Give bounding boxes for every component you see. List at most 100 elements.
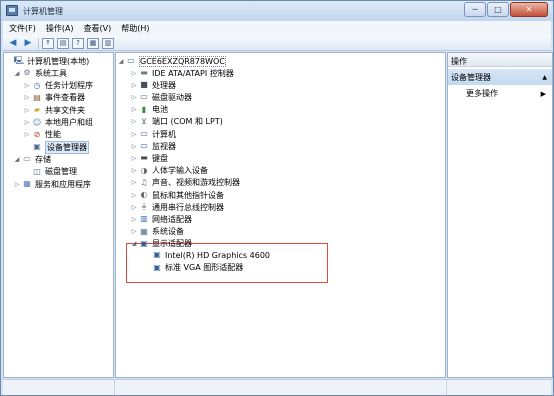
- caption-buttons: ─ □ ✕: [463, 2, 548, 17]
- device-category-row[interactable]: ▷ ▦ 系统设备: [130, 226, 184, 238]
- device-manager-icon: ▣: [33, 142, 41, 152]
- actions-pane: 操作 设备管理器 ▲ 更多操作 ▶: [447, 52, 553, 378]
- shared-folder-icon: ▰: [33, 105, 41, 115]
- performance-icon: ⊘: [33, 129, 41, 139]
- device-category-row[interactable]: ▷ ◑ 人体学输入设备: [130, 165, 208, 177]
- device-category-row[interactable]: ▷ ■ 处理器: [130, 79, 176, 91]
- device-category-row[interactable]: ▷ ▬ 键盘: [130, 152, 168, 164]
- collapse-arrow-icon[interactable]: ◢: [130, 240, 138, 247]
- expand-arrow-icon[interactable]: ▷: [130, 118, 138, 125]
- view-icon[interactable]: ▥: [102, 37, 114, 49]
- console-tree-item[interactable]: ◫ 磁盘管理: [23, 166, 77, 178]
- menu-action[interactable]: 操作(A): [46, 23, 74, 34]
- help-icon[interactable]: ?: [72, 37, 84, 49]
- expand-arrow-icon[interactable]: ▷: [130, 143, 138, 150]
- console-tree-item[interactable]: ◢ ⚙ 系统工具: [13, 67, 67, 79]
- event-viewer-icon: ▤: [33, 92, 41, 102]
- show-hide-tree-icon[interactable]: ▤: [57, 37, 69, 49]
- device-category-row[interactable]: ▷ ⊻ 端口 (COM 和 LPT): [130, 116, 223, 128]
- storage-icon: ▭: [23, 154, 31, 164]
- tree-item-label: IDE ATA/ATAPI 控制器: [152, 68, 234, 78]
- expand-arrow-icon[interactable]: ▷: [13, 181, 21, 188]
- expand-arrow-icon[interactable]: ▷: [130, 94, 138, 101]
- expand-arrow-icon[interactable]: ▷: [130, 155, 138, 162]
- status-segment: [447, 380, 551, 395]
- collapse-arrow-icon[interactable]: ◢: [13, 156, 21, 163]
- expand-arrow-icon[interactable]: ▷: [130, 70, 138, 77]
- device-category-row[interactable]: ▷ ▮ 电池: [130, 104, 168, 116]
- tree-item-label: 计算机管理(本地): [27, 56, 90, 66]
- menu-file[interactable]: 文件(F): [9, 23, 36, 34]
- actions-group-device-manager[interactable]: 设备管理器 ▲: [448, 69, 552, 85]
- tree-item-label: 计算机: [152, 129, 176, 139]
- expand-arrow-icon[interactable]: ▷: [130, 106, 138, 113]
- expand-arrow-icon[interactable]: ▷: [130, 179, 138, 186]
- disk-icon: ◫: [33, 166, 41, 176]
- console-tree-pane[interactable]: 🖳 计算机管理(本地) ◢ ⚙ 系统工具 ▷ ◷ 任务计划程序 ▷ ▤ 事件查看器 ▷ ▰ 共享文件夹 ▷ ☺…: [3, 52, 114, 378]
- tree-item-label: 磁盘驱动器: [152, 92, 192, 102]
- expand-arrow-icon[interactable]: ▷: [130, 204, 138, 211]
- menu-view[interactable]: 查看(V): [84, 23, 112, 34]
- console-tree-item[interactable]: ▷ ▰ 共享文件夹: [23, 104, 85, 116]
- expand-arrow-icon[interactable]: ▷: [23, 131, 31, 138]
- up-folder-icon[interactable]: ↑: [42, 37, 54, 49]
- device-category-row[interactable]: ▷ ▥ 网络适配器: [130, 213, 192, 225]
- expand-arrow-icon[interactable]: ▷: [23, 107, 31, 114]
- device-category-row[interactable]: ▷ ▭ 磁盘驱动器: [130, 91, 192, 103]
- maximize-button[interactable]: □: [487, 2, 509, 17]
- expand-arrow-icon[interactable]: ▷: [130, 192, 138, 199]
- tree-item-label: 磁盘管理: [45, 167, 77, 177]
- device-category-row[interactable]: ▷ ▬ IDE ATA/ATAPI 控制器: [130, 67, 234, 79]
- console-tree-item[interactable]: ◢ ▭ 存储: [13, 153, 51, 165]
- device-tree-root[interactable]: ◢ ▭ GCE6EXZQR878WOC: [117, 55, 226, 67]
- device-tree-pane[interactable]: ◢ ▭ GCE6EXZQR878WOC ▷ ▬ IDE ATA/ATAPI 控制器 ▷ ■ 处理…: [115, 52, 446, 378]
- tree-item-label: 显示适配器: [152, 239, 192, 249]
- console-tree-item[interactable]: ▷ ☺ 本地用户和组: [23, 117, 93, 129]
- expand-arrow-icon[interactable]: ▷: [130, 228, 138, 235]
- close-button[interactable]: ✕: [510, 2, 548, 17]
- console-tree-item[interactable]: ▷ ▦ 服务和应用程序: [13, 178, 91, 190]
- expand-arrow-icon[interactable]: ▷: [130, 216, 138, 223]
- collapse-arrow-icon[interactable]: ◢: [13, 70, 21, 77]
- collapse-arrow-icon[interactable]: ◢: [117, 58, 125, 65]
- display-adapter-device-row[interactable]: ▣ 标准 VGA 图形适配器: [143, 262, 243, 274]
- status-segment: [3, 380, 115, 395]
- hid-icon: ◑: [140, 165, 148, 175]
- expand-arrow-icon[interactable]: ▷: [130, 82, 138, 89]
- device-category-row[interactable]: ▷ ▭ 计算机: [130, 128, 176, 140]
- monitor-icon: ▭: [140, 141, 148, 151]
- device-category-row[interactable]: ◢ ▣ 显示适配器: [130, 238, 192, 250]
- device-category-row[interactable]: ▷ ⏚ 通用串行总线控制器: [130, 201, 224, 213]
- expand-arrow-icon[interactable]: ▷: [130, 167, 138, 174]
- forward-icon[interactable]: ▶: [22, 38, 34, 49]
- device-category-row[interactable]: ▷ ♫ 声音、视频和游戏控制器: [130, 177, 240, 189]
- tree-item-label: 电池: [152, 105, 168, 115]
- minimize-button[interactable]: ─: [464, 2, 486, 17]
- more-actions-label: 更多操作: [466, 89, 498, 98]
- menu-bar: 文件(F) 操作(A) 查看(V) 帮助(H): [3, 21, 551, 36]
- expand-arrow-icon[interactable]: ▷: [23, 82, 31, 89]
- network-adapter-icon: ▥: [140, 214, 148, 224]
- tree-item-label: 性能: [45, 130, 61, 140]
- device-category-row[interactable]: ▷ ◐ 鼠标和其他指针设备: [130, 189, 224, 201]
- device-category-row[interactable]: ▷ ▭ 监视器: [130, 140, 176, 152]
- title-bar[interactable]: 计算机管理 ─ □ ✕: [1, 1, 553, 21]
- console-tree-item[interactable]: ▣ 设备管理器: [23, 140, 89, 154]
- status-segment: [115, 380, 447, 395]
- submenu-arrow-icon: ▶: [540, 89, 546, 98]
- back-icon[interactable]: ◀: [7, 38, 19, 49]
- tree-item-label: 任务计划程序: [45, 81, 93, 91]
- console-tree-item[interactable]: 🖳 计算机管理(本地): [5, 55, 90, 67]
- expand-arrow-icon[interactable]: ▷: [130, 131, 138, 138]
- console-tree-item[interactable]: ▷ ◷ 任务计划程序: [23, 80, 93, 92]
- display-adapter-device-row[interactable]: ▣ Intel(R) HD Graphics 4600: [143, 249, 270, 261]
- expand-arrow-icon[interactable]: ▷: [23, 119, 31, 126]
- console-tree-item[interactable]: ▷ ⊘ 性能: [23, 129, 61, 141]
- menu-help[interactable]: 帮助(H): [121, 23, 149, 34]
- collapse-icon[interactable]: ▲: [542, 74, 547, 81]
- properties-icon[interactable]: ▦: [87, 37, 99, 49]
- expand-arrow-icon[interactable]: ▷: [23, 94, 31, 101]
- console-tree-item[interactable]: ▷ ▤ 事件查看器: [23, 92, 85, 104]
- keyboard-icon: ▬: [140, 153, 148, 163]
- more-actions-item[interactable]: 更多操作 ▶: [448, 87, 552, 100]
